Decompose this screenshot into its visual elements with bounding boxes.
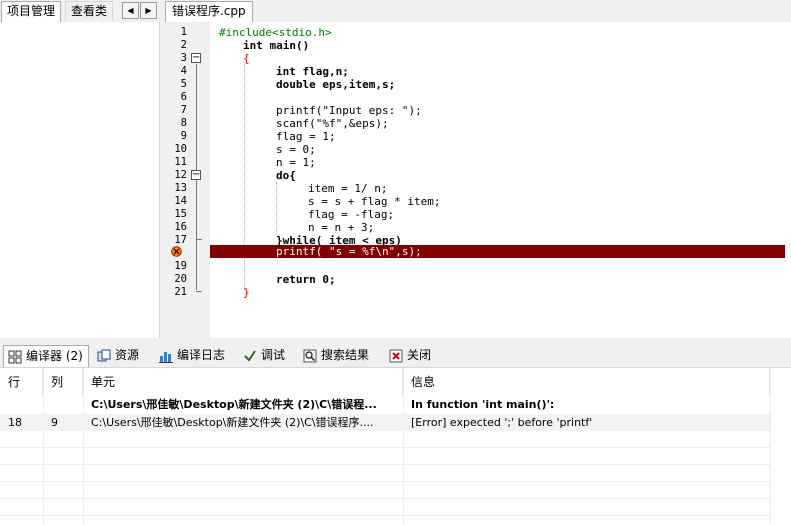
empty-row [0, 499, 770, 516]
editor-tabbar: 错误程序.cpp [165, 0, 791, 22]
editor-tab-file[interactable]: 错误程序.cpp [165, 1, 253, 22]
line-number: 6 [180, 91, 187, 103]
cell-col [43, 396, 83, 413]
search-icon [303, 349, 317, 362]
code-token: #include<stdio.h> [219, 26, 332, 39]
tab-label: 关闭 [407, 348, 432, 362]
code-line-15: flag = -flag; [308, 208, 395, 221]
fold-toggle-main[interactable]: − [191, 53, 201, 63]
fold-end-marker [196, 239, 202, 240]
line-number: 7 [180, 104, 187, 116]
left-panel-tabs: 项目管理 查看类 ◀ ▶ [0, 0, 160, 22]
tab-label: 搜索结果 [321, 348, 370, 362]
line-number: 12 [174, 169, 187, 181]
error-highlight-line[interactable]: printf( "s = %f\n",s); [210, 245, 785, 258]
resources-icon [97, 349, 111, 361]
line-number: 21 [174, 286, 187, 298]
line-number: 5 [180, 78, 187, 90]
code-editor[interactable]: 1 2 3 4 5 6 7 8 9 10 11 12 13 14 15 16 1… [165, 22, 791, 338]
tab-compiler[interactable]: 编译器 (2) [3, 345, 89, 367]
code-line-4: int flag,n; [276, 65, 349, 78]
code-line-2: int main() [243, 39, 310, 52]
tab-label: 资源 [115, 348, 140, 362]
dev-cpp-window: 项目管理 查看类 ◀ ▶ 错误程序.cpp 1 2 3 4 5 6 7 8 9 … [0, 0, 791, 525]
tab-search-results[interactable]: 搜索结果 [299, 345, 374, 366]
code-line-13: item = 1/ n; [308, 182, 388, 195]
tab-project-manager[interactable]: 项目管理 [1, 1, 62, 22]
column-divider [770, 368, 771, 525]
close-icon [389, 349, 403, 362]
line-number: 14 [174, 195, 187, 207]
code-line-11: n = 1; [276, 156, 316, 169]
tab-debug[interactable]: 调试 [239, 345, 290, 366]
code-line-9: flag = 1; [276, 130, 336, 143]
code-line-8: scanf("%f",&eps); [276, 117, 389, 130]
chart-icon [159, 351, 173, 363]
code-line-14: s = s + flag * item; [308, 195, 441, 208]
tab-label: 调试 [261, 348, 286, 362]
cell-message: [Error] expected ';' before 'printf' [411, 416, 593, 429]
column-header-line[interactable]: 行 [0, 368, 43, 396]
compiler-results-table[interactable]: 行 列 单元 信息 C:\Users\邢佳敏\Desktop\新建文件夹 (2)… [0, 367, 791, 525]
code-line-10: s = 0; [276, 143, 316, 156]
column-header-unit[interactable]: 单元 [83, 368, 403, 396]
code-line-20: return 0; [276, 273, 336, 286]
line-number: 9 [180, 130, 187, 142]
cell-message: In function 'int main()': [411, 398, 555, 411]
error-breakpoint-icon[interactable] [171, 246, 182, 257]
code-line-16: n = n + 3; [308, 221, 375, 234]
code-area[interactable]: #include<stdio.h> int main() { int flag,… [210, 22, 791, 338]
cell-line [0, 396, 43, 413]
line-number: 11 [174, 156, 187, 168]
code-line-5: double eps,item,s; [276, 78, 396, 91]
column-header-message[interactable]: 信息 [403, 368, 770, 396]
line-number: 10 [174, 143, 187, 155]
tab-class-browser[interactable]: 查看类 [65, 1, 114, 21]
cell-unit: C:\Users\邢佳敏\Desktop\新建文件夹 (2)\C\错误程... [91, 398, 377, 411]
empty-row [0, 448, 770, 465]
tab-resources[interactable]: 资源 [93, 345, 144, 366]
line-number: 16 [174, 221, 187, 233]
cell-unit: C:\Users\邢佳敏\Desktop\新建文件夹 (2)\C\错误程序...… [91, 416, 374, 429]
bottom-panel-tabs: 编译器 (2) 资源 编译日志 调试 搜索结果 关闭 [0, 345, 791, 367]
code-line-21: } [243, 286, 250, 299]
code-line-7: printf("Input eps: "); [276, 104, 422, 117]
line-gutter: 1 2 3 4 5 6 7 8 9 10 11 12 13 14 15 16 1… [165, 22, 210, 338]
cell-col: 9 [51, 416, 58, 429]
empty-row [0, 431, 770, 448]
line-number: 1 [180, 26, 187, 38]
table-row[interactable]: C:\Users\邢佳敏\Desktop\新建文件夹 (2)\C\错误程... … [0, 396, 770, 413]
code-line-3: { [243, 52, 250, 65]
code-line-12: do{ [276, 169, 296, 182]
tab-scroll-left-button[interactable]: ◀ [122, 2, 139, 19]
line-number: 15 [174, 208, 187, 220]
project-tree-panel[interactable] [0, 22, 160, 338]
check-icon [244, 349, 256, 362]
line-number: 13 [174, 182, 187, 194]
cell-line: 18 [8, 416, 22, 429]
indent-guide [276, 182, 277, 234]
line-number: 20 [174, 273, 187, 285]
tab-close[interactable]: 关闭 [385, 345, 436, 366]
tab-label: 编译器 (2) [26, 349, 83, 363]
column-header-col[interactable]: 列 [43, 368, 83, 396]
code-line-18: printf( "s = %f\n",s); [276, 245, 422, 258]
table-row[interactable]: 18 9 C:\Users\邢佳敏\Desktop\新建文件夹 (2)\C\错误… [0, 414, 770, 431]
line-number: 8 [180, 117, 187, 129]
empty-row [0, 465, 770, 482]
line-number: 2 [180, 39, 187, 51]
fold-toggle-do[interactable]: − [191, 170, 201, 180]
fold-end-marker [196, 291, 202, 292]
line-number: 4 [180, 65, 187, 77]
tab-label: 编译日志 [177, 348, 226, 362]
tab-compile-log[interactable]: 编译日志 [155, 345, 230, 366]
tab-scroll-right-button[interactable]: ▶ [140, 2, 157, 19]
empty-row [0, 482, 770, 499]
line-number: 3 [180, 52, 187, 64]
grid-icon [8, 350, 22, 363]
code-line-1: #include<stdio.h> [219, 26, 332, 39]
line-number: 19 [174, 260, 187, 272]
